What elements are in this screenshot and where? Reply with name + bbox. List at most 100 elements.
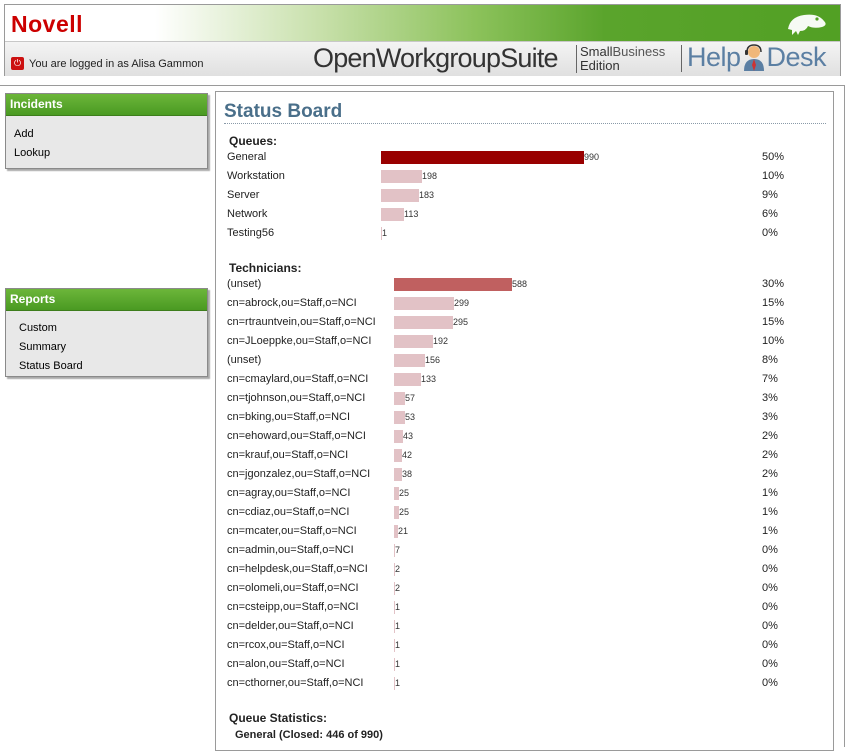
technician-percent: 3%	[762, 411, 778, 423]
technician-row: cn=cthorner,ou=Staff,o=NCI 1 0%	[227, 674, 822, 693]
technician-label: cn=krauf,ou=Staff,o=NCI	[227, 449, 349, 461]
technician-value: 21	[398, 526, 409, 536]
product-name: OpenWorkgroupSuite	[313, 43, 559, 73]
technician-label: cn=jgonzalez,ou=Staff,o=NCI	[227, 468, 371, 480]
queue-label: Workstation	[227, 170, 285, 182]
queue-bar	[381, 208, 404, 221]
technician-row: cn=cmaylard,ou=Staff,o=NCI 133 7%	[227, 370, 822, 389]
technician-row: cn=tjohnson,ou=Staff,o=NCI 57 3%	[227, 389, 822, 408]
technician-label: cn=abrock,ou=Staff,o=NCI	[227, 297, 357, 309]
queue-value: 1	[382, 228, 388, 238]
app-header: Novell ⏻ You are logged in as Alisa Gamm…	[4, 4, 841, 76]
technician-value: 57	[405, 393, 416, 403]
technician-label: cn=cmaylard,ou=Staff,o=NCI	[227, 373, 369, 385]
technician-percent: 15%	[762, 297, 785, 309]
queue-percent: 9%	[762, 189, 778, 201]
queue-percent: 50%	[762, 151, 785, 163]
technician-label: cn=rtrauntvein,ou=Staff,o=NCI	[227, 316, 376, 328]
technician-bar	[394, 468, 402, 481]
technician-row: (unset) 588 30%	[227, 275, 822, 294]
technician-row: cn=abrock,ou=Staff,o=NCI 299 15%	[227, 294, 822, 313]
technician-bar	[394, 278, 512, 291]
help-word: Help	[687, 42, 741, 72]
technician-row: cn=bking,ou=Staff,o=NCI 53 3%	[227, 408, 822, 427]
technician-percent: 0%	[762, 677, 778, 689]
technician-label: cn=admin,ou=Staff,o=NCI	[227, 544, 354, 556]
technician-label: cn=olomeli,ou=Staff,o=NCI	[227, 582, 359, 594]
technician-bar	[394, 354, 425, 367]
queue-label: Network	[227, 208, 268, 220]
technician-value: 7	[395, 545, 401, 555]
technician-value: 295	[453, 317, 469, 327]
technician-row: cn=admin,ou=Staff,o=NCI 7 0%	[227, 541, 822, 560]
technician-value: 1	[395, 640, 401, 650]
technician-row: cn=agray,ou=Staff,o=NCI 25 1%	[227, 484, 822, 503]
technician-row: cn=rtrauntvein,ou=Staff,o=NCI 295 15%	[227, 313, 822, 332]
technician-value: 588	[512, 279, 528, 289]
queue-row: Workstation 198 10%	[227, 167, 822, 186]
queue-label: General	[227, 151, 267, 163]
technician-row: cn=helpdesk,ou=Staff,o=NCI 2 0%	[227, 560, 822, 579]
novell-logo: Novell	[11, 11, 84, 37]
incidents-panel: Incidents Add Lookup	[5, 93, 208, 169]
status-board-panel: Status Board Queues: General 990 50% Workst…	[215, 91, 834, 751]
nav-add[interactable]: Add	[6, 125, 207, 144]
queue-bar	[381, 170, 422, 183]
technician-percent: 0%	[762, 658, 778, 670]
technician-label: cn=cthorner,ou=Staff,o=NCI	[227, 677, 364, 689]
technician-percent: 30%	[762, 278, 785, 290]
nav-status-board[interactable]: Status Board	[6, 357, 207, 376]
queue-row: General 990 50%	[227, 148, 822, 167]
technician-label: cn=cdiaz,ou=Staff,o=NCI	[227, 506, 350, 518]
technician-row: cn=cdiaz,ou=Staff,o=NCI 25 1%	[227, 503, 822, 522]
queue-row: Testing56 1 0%	[227, 224, 822, 243]
technician-label: (unset)	[227, 278, 262, 290]
helpdesk-logo: Help Desk	[687, 42, 827, 73]
technician-value: 38	[402, 469, 413, 479]
technician-label: cn=alon,ou=Staff,o=NCI	[227, 658, 345, 670]
login-status: You are logged in as Alisa Gammon	[29, 58, 204, 70]
technician-value: 1	[395, 659, 401, 669]
nav-custom[interactable]: Custom	[6, 319, 207, 338]
chameleon-icon	[788, 14, 826, 35]
technician-percent: 0%	[762, 620, 778, 632]
queue-value: 198	[422, 171, 438, 181]
queue-percent: 0%	[762, 227, 778, 239]
technician-percent: 7%	[762, 373, 778, 385]
incidents-header: Incidents	[6, 94, 207, 116]
queue-value: 990	[584, 152, 600, 162]
nav-lookup[interactable]: Lookup	[6, 144, 207, 163]
technician-row: cn=ehoward,ou=Staff,o=NCI 43 2%	[227, 427, 822, 446]
technician-bar	[394, 335, 433, 348]
technician-percent: 0%	[762, 582, 778, 594]
technician-value: 53	[405, 412, 416, 422]
queue-row: Server 183 9%	[227, 186, 822, 205]
technician-percent: 0%	[762, 544, 778, 556]
technician-row: cn=delder,ou=Staff,o=NCI 1 0%	[227, 617, 822, 636]
queue-percent: 6%	[762, 208, 778, 220]
technician-label: cn=tjohnson,ou=Staff,o=NCI	[227, 392, 366, 404]
technician-percent: 15%	[762, 316, 785, 328]
logout-icon[interactable]: ⏻	[11, 57, 24, 70]
technician-row: (unset) 156 8%	[227, 351, 822, 370]
edition-label: SmallBusiness Edition	[576, 45, 665, 73]
technician-value: 25	[399, 488, 410, 498]
technician-value: 192	[433, 336, 449, 346]
technician-percent: 2%	[762, 449, 778, 461]
queue-row: Network 113 6%	[227, 205, 822, 224]
technician-row: cn=jgonzalez,ou=Staff,o=NCI 38 2%	[227, 465, 822, 484]
queue-label: Server	[227, 189, 260, 201]
desk-word: Desk	[766, 42, 827, 72]
technician-row: cn=csteipp,ou=Staff,o=NCI 1 0%	[227, 598, 822, 617]
edition-small: Small	[580, 44, 613, 59]
technician-percent: 8%	[762, 354, 778, 366]
technician-label: cn=bking,ou=Staff,o=NCI	[227, 411, 351, 423]
technician-bar	[394, 297, 454, 310]
nav-summary[interactable]: Summary	[6, 338, 207, 357]
technician-row: cn=JLoeppke,ou=Staff,o=NCI 192 10%	[227, 332, 822, 351]
technician-percent: 1%	[762, 506, 778, 518]
technician-value: 1	[395, 602, 401, 612]
technician-row: cn=mcater,ou=Staff,o=NCI 21 1%	[227, 522, 822, 541]
technician-value: 25	[399, 507, 410, 517]
technician-percent: 1%	[762, 525, 778, 537]
